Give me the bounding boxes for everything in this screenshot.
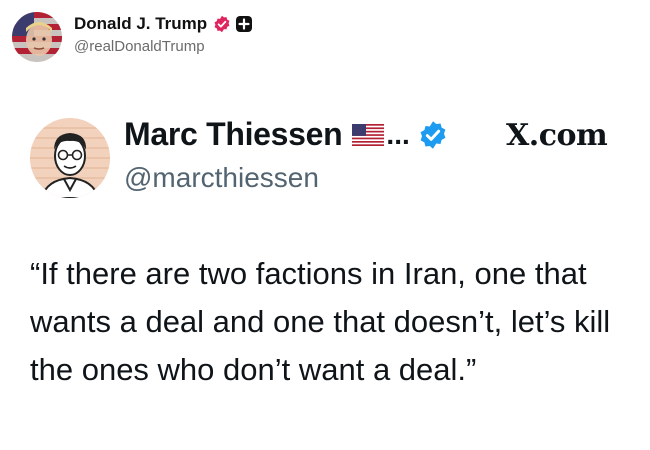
author-name-row: Donald J. Trump [74,14,253,34]
us-flag-icon [352,123,385,146]
verified-badge-icon [213,15,231,33]
author-name[interactable]: Donald J. Trump [74,14,207,34]
verified-check-icon [418,120,448,150]
site-label[interactable]: X.com [506,118,608,153]
author-handle[interactable]: @realDonaldTrump [74,38,205,55]
embedded-author-name-row: Marc Thiessen ... [124,116,448,153]
embedded-author-name[interactable]: Marc Thiessen [124,116,343,153]
author-avatar[interactable] [12,12,62,62]
embedded-author-handle[interactable]: @marcthiessen [124,162,319,194]
plus-icon[interactable] [235,15,253,33]
post-header: Donald J. Trump @realDonaldTrump [12,12,632,62]
name-truncation-ellipsis: ... [386,118,410,150]
embedded-tweet-card[interactable]: Marc Thiessen ... @marcthiessen X.com “I… [0,100,650,450]
embedded-author-avatar[interactable] [30,118,110,198]
embedded-tweet-text: “If there are two factions in Iran, one … [30,256,611,387]
